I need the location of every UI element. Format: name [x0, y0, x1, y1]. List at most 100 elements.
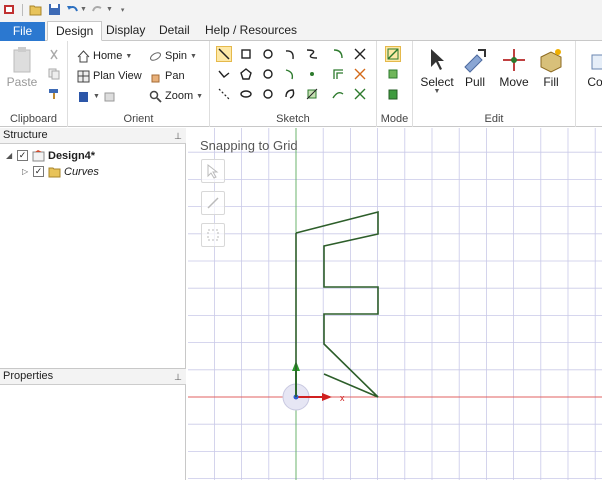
pin-icon[interactable]: ⊥: [174, 370, 182, 385]
sketch-grid: x: [188, 128, 602, 480]
move-grid-tool[interactable]: [201, 191, 225, 215]
design-viewport[interactable]: x Snapping to Grid: [188, 128, 602, 480]
collapse-triangle-icon[interactable]: ◢: [6, 151, 14, 160]
redo-dropdown-icon[interactable]: ▼: [106, 6, 113, 13]
tab-detail[interactable]: Detail: [151, 21, 198, 41]
clipboard-group-label: Clipboard: [9, 113, 58, 125]
split-tool-icon[interactable]: [352, 66, 368, 82]
app-icon[interactable]: [2, 3, 16, 17]
tab-design[interactable]: Design: [47, 21, 103, 41]
tree-item-curves[interactable]: ▷ ✓ Curves: [22, 164, 99, 179]
fillet-tool-icon[interactable]: [352, 86, 368, 102]
pull-label: Pull: [464, 75, 485, 89]
sketch-group: Sketch: [210, 41, 377, 127]
zoom-label: Zoom: [165, 90, 194, 102]
spin-button[interactable]: Spin ▼: [148, 47, 197, 65]
structure-title: Structure: [3, 129, 48, 141]
ribbon-tabs: File Design Display Detail Help / Resour…: [0, 19, 602, 41]
combine-icon: [580, 45, 602, 75]
zoom-magnifier-icon: [148, 89, 162, 103]
chevron-down-icon: ▼: [125, 52, 133, 60]
format-painter-icon[interactable]: [46, 86, 62, 102]
construction-line-icon[interactable]: [216, 86, 232, 102]
copy-icon[interactable]: [46, 66, 62, 82]
structure-header: Structure ⊥: [0, 128, 186, 144]
move-button[interactable]: Move: [494, 45, 534, 89]
section-mode-icon[interactable]: [385, 66, 401, 82]
pan-button[interactable]: Pan: [148, 67, 185, 85]
undo-icon[interactable]: [65, 3, 79, 17]
sketch-mode-icon[interactable]: [385, 46, 401, 62]
select-button[interactable]: Select ▼: [417, 45, 457, 95]
bend-tool-icon[interactable]: [330, 86, 346, 102]
tab-display[interactable]: Display: [98, 21, 153, 41]
select-new-plane-tool[interactable]: [201, 223, 225, 247]
mode-group: Mode: [377, 41, 413, 127]
corner-tool-icon[interactable]: [330, 46, 346, 62]
zoom-button[interactable]: Zoom ▼: [148, 87, 203, 105]
fill-button[interactable]: Fill: [531, 45, 571, 89]
ellipse-tool-icon[interactable]: [238, 86, 254, 102]
sketch-profile: [295, 210, 379, 398]
polygon-tool-icon[interactable]: [238, 66, 254, 82]
sweep-arc-icon[interactable]: [282, 66, 298, 82]
project-tool-icon[interactable]: [304, 86, 320, 102]
paste-icon: [2, 45, 42, 75]
chevron-down-icon: ▼: [433, 88, 441, 95]
clipboard-group: Paste Clipboard: [0, 41, 68, 127]
plan-view-button[interactable]: Plan View: [76, 67, 142, 85]
move-icon: [494, 45, 534, 75]
snapping-hint: Snapping to Grid: [200, 138, 298, 153]
tab-help-resources[interactable]: Help / Resources: [197, 21, 305, 41]
circle-tool-icon[interactable]: [260, 46, 276, 62]
plan-view-label: Plan View: [93, 70, 142, 82]
open-icon[interactable]: [29, 3, 43, 17]
redo-icon[interactable]: [91, 3, 105, 17]
fill-icon: [531, 45, 571, 75]
polyline-tool-icon[interactable]: [216, 66, 232, 82]
tab-file[interactable]: File: [0, 22, 45, 41]
structure-pane: Structure ⊥ ◢ ✓ Design4* ▷ ✓ Curves: [0, 128, 186, 368]
pan-label: Pan: [165, 70, 185, 82]
arc-tool-icon[interactable]: [282, 46, 298, 62]
pull-icon: [455, 45, 495, 75]
home-button[interactable]: Home ▼: [76, 47, 132, 65]
intersect-group: Com: [576, 41, 602, 127]
home-icon: [76, 49, 90, 63]
offset-tool-icon[interactable]: [330, 66, 346, 82]
tangent-arc-icon[interactable]: [282, 86, 298, 102]
tree-item-design[interactable]: ◢ ✓ Design4*: [6, 148, 95, 163]
expand-triangle-icon[interactable]: ▷: [22, 167, 30, 176]
visibility-checkbox[interactable]: ✓: [17, 150, 28, 161]
undo-dropdown-icon[interactable]: ▼: [80, 6, 87, 13]
edit-group-label: Edit: [484, 113, 504, 125]
view-cube-button[interactable]: ▼: [76, 87, 117, 105]
point-tool-icon[interactable]: [304, 66, 320, 82]
edit-group: Select ▼ Pull Move Fill Edit: [413, 41, 576, 127]
select-sketch-tool[interactable]: [201, 159, 225, 183]
rectangle-tool-icon[interactable]: [238, 46, 254, 62]
tangent-circle-icon[interactable]: [260, 86, 276, 102]
spline-tool-icon[interactable]: [304, 46, 320, 62]
customize-icon[interactable]: ▾: [121, 6, 125, 14]
save-icon[interactable]: [47, 3, 61, 17]
select-cursor-icon: [207, 163, 219, 179]
select-arrow-icon: [417, 45, 457, 75]
cut-icon[interactable]: [46, 47, 62, 63]
visibility-checkbox[interactable]: ✓: [33, 166, 44, 177]
paste-button[interactable]: Paste: [2, 45, 42, 89]
quick-access-toolbar: ▼ ▼ ▾: [0, 0, 602, 19]
line-tool-icon[interactable]: [216, 46, 232, 62]
plan-view-icon: [76, 69, 90, 83]
chevron-down-icon: ▼: [93, 92, 100, 100]
ribbon: Paste Clipboard Home ▼ Plan View ▼ Spin …: [0, 41, 602, 127]
3d-mode-icon[interactable]: [385, 86, 401, 102]
pull-button[interactable]: Pull: [455, 45, 495, 89]
trim-tool-icon[interactable]: [352, 46, 368, 62]
three-point-circle-icon[interactable]: [260, 66, 276, 82]
combine-button[interactable]: Com: [580, 45, 602, 89]
mode-group-label: Mode: [380, 113, 409, 125]
orient-group-label: Orient: [123, 113, 154, 125]
pin-icon[interactable]: ⊥: [174, 129, 182, 144]
chevron-down-icon: ▼: [190, 52, 197, 60]
